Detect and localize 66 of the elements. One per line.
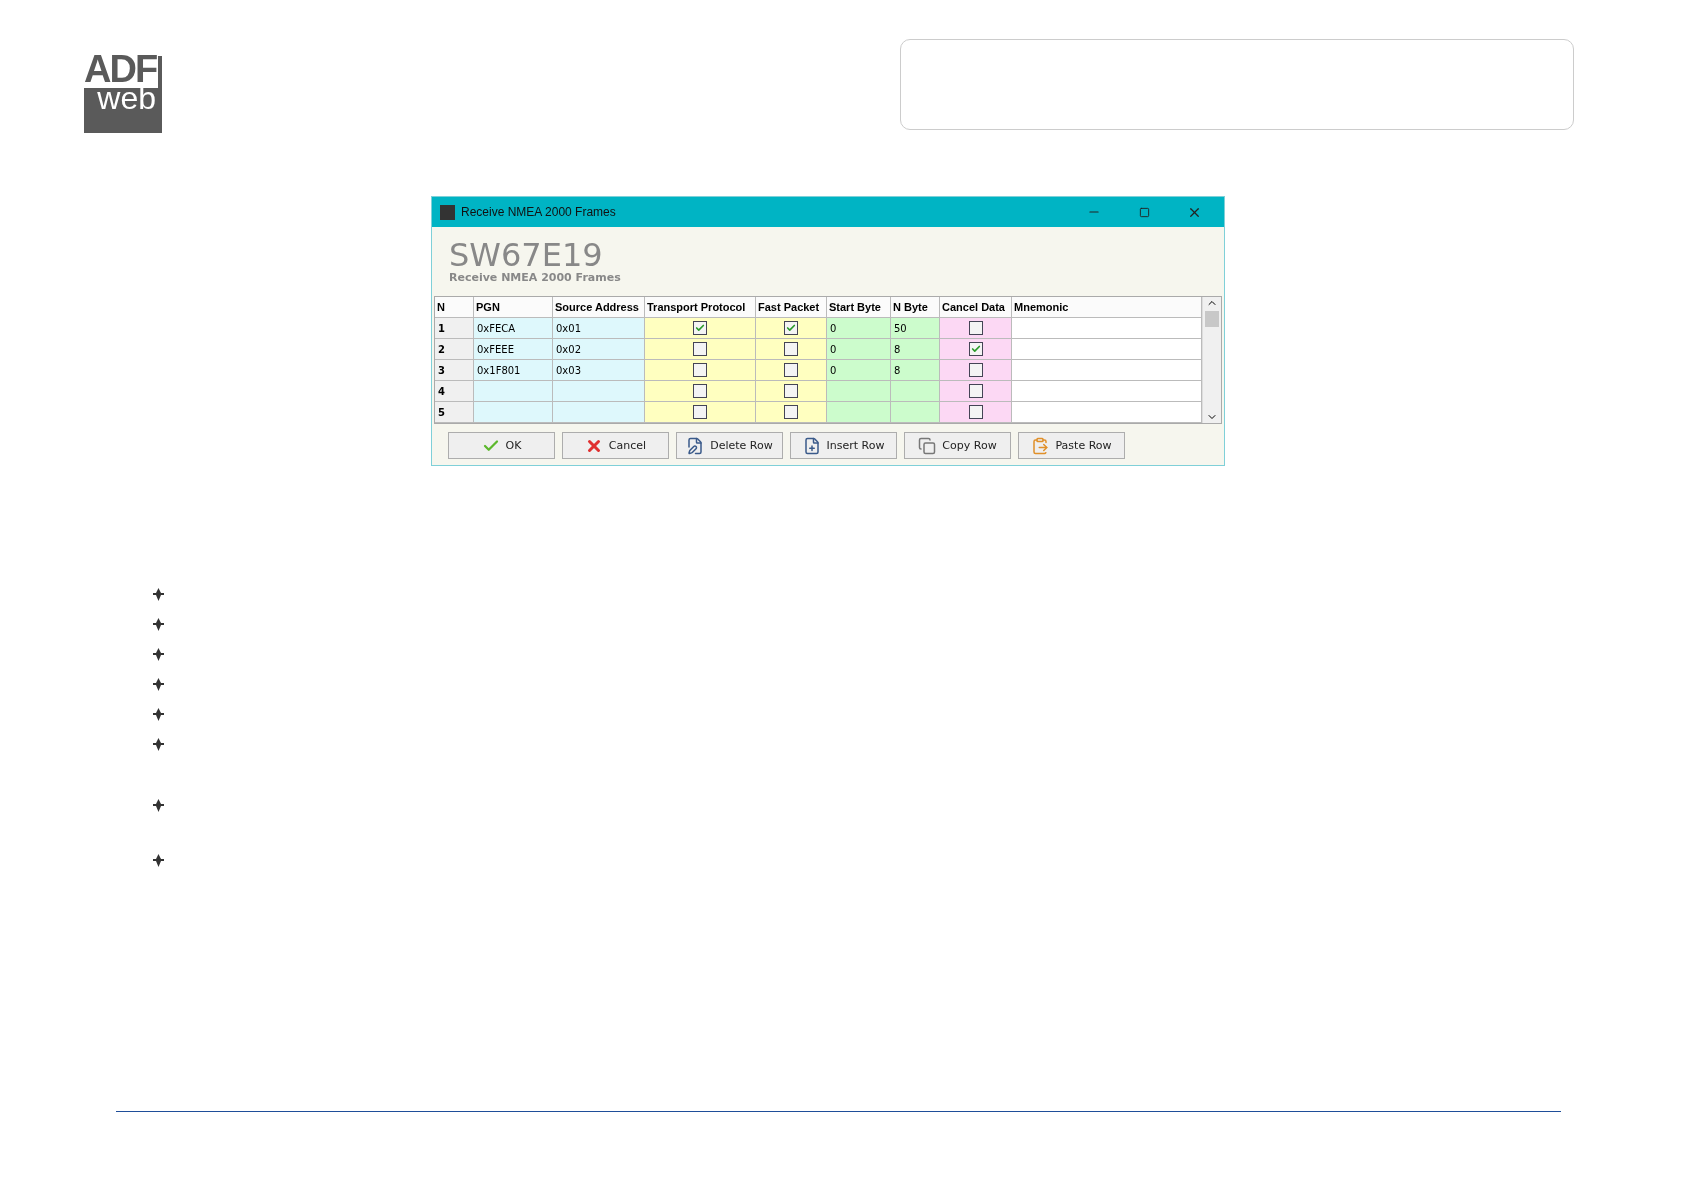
app-icon — [440, 204, 455, 220]
bullet-icon — [152, 616, 165, 629]
column-header: Transport Protocol — [645, 297, 756, 318]
row-number: 1 — [435, 318, 474, 339]
table-cell: 0x01 — [553, 318, 645, 339]
table-cell: 0 — [827, 339, 891, 360]
bullet-icon — [152, 706, 165, 719]
bullet-icon — [152, 852, 165, 865]
checkbox[interactable] — [968, 342, 983, 356]
checkbox[interactable] — [784, 405, 798, 419]
table-cell: 8 — [891, 360, 940, 381]
dialog-subheading: Receive NMEA 2000 Frames — [449, 271, 622, 284]
maximize-icon — [1138, 206, 1150, 218]
table-cell: 0 — [827, 318, 891, 339]
table-cell: 0x03 — [553, 360, 645, 381]
checkbox[interactable] — [693, 342, 707, 356]
bullet-icon — [152, 586, 165, 599]
column-header: N Byte — [891, 297, 940, 318]
bullet-icon — [152, 736, 165, 749]
row-number: 5 — [435, 402, 474, 423]
checkbox[interactable] — [784, 363, 798, 377]
bullet-icon — [152, 797, 165, 810]
checkbox[interactable] — [784, 321, 798, 335]
clipboard-icon — [1031, 436, 1050, 455]
checkbox[interactable] — [968, 384, 983, 398]
checkbox[interactable] — [693, 405, 707, 419]
window-title: Receive NMEA 2000 Frames — [461, 205, 617, 219]
checkbox[interactable] — [968, 363, 983, 377]
delete-button[interactable]: Delete Row — [676, 432, 783, 459]
ok-button[interactable]: OK — [448, 432, 555, 459]
table-cell: 50 — [891, 318, 940, 339]
checkbox[interactable] — [968, 321, 983, 335]
bullet-icon — [152, 646, 165, 659]
table-cell: 0 — [827, 360, 891, 381]
checkbox[interactable] — [784, 342, 798, 356]
column-header: PGN — [474, 297, 553, 318]
copy-button[interactable]: Copy Row — [904, 432, 1011, 459]
insert-button[interactable]: Insert Row — [790, 432, 897, 459]
dialog-heading: SW67E19 — [449, 239, 603, 271]
checkbox[interactable] — [784, 384, 798, 398]
paste-button[interactable]: Paste Row — [1018, 432, 1125, 459]
checkbox[interactable] — [693, 363, 707, 377]
checkbox[interactable] — [693, 384, 707, 398]
table-cell: 0xFECA — [474, 318, 553, 339]
document-plus-icon — [802, 436, 821, 455]
scrollbar[interactable] — [1202, 297, 1221, 423]
document-pencil-icon — [686, 436, 705, 455]
column-header: Source Address — [553, 297, 645, 318]
checkbox[interactable] — [693, 321, 707, 335]
table-cell: 8 — [891, 339, 940, 360]
column-header: Fast Packet — [756, 297, 827, 318]
table-cell: 0xFEEE — [474, 339, 553, 360]
row-number: 2 — [435, 339, 474, 360]
copy-icon — [918, 436, 937, 455]
column-header: N — [435, 297, 474, 318]
column-header: Start Byte — [827, 297, 891, 318]
table-cell: 0x02 — [553, 339, 645, 360]
column-header: Mnemonic — [1012, 297, 1202, 318]
column-header: Cancel Data — [940, 297, 1012, 318]
row-number: 3 — [435, 360, 474, 381]
cancel-button[interactable]: Cancel — [562, 432, 669, 459]
bullet-icon — [152, 676, 165, 689]
checkbox[interactable] — [968, 405, 983, 419]
table-cell: 0x1F801 — [474, 360, 553, 381]
row-number: 4 — [435, 381, 474, 402]
scroll-thumb[interactable] — [1205, 311, 1219, 327]
